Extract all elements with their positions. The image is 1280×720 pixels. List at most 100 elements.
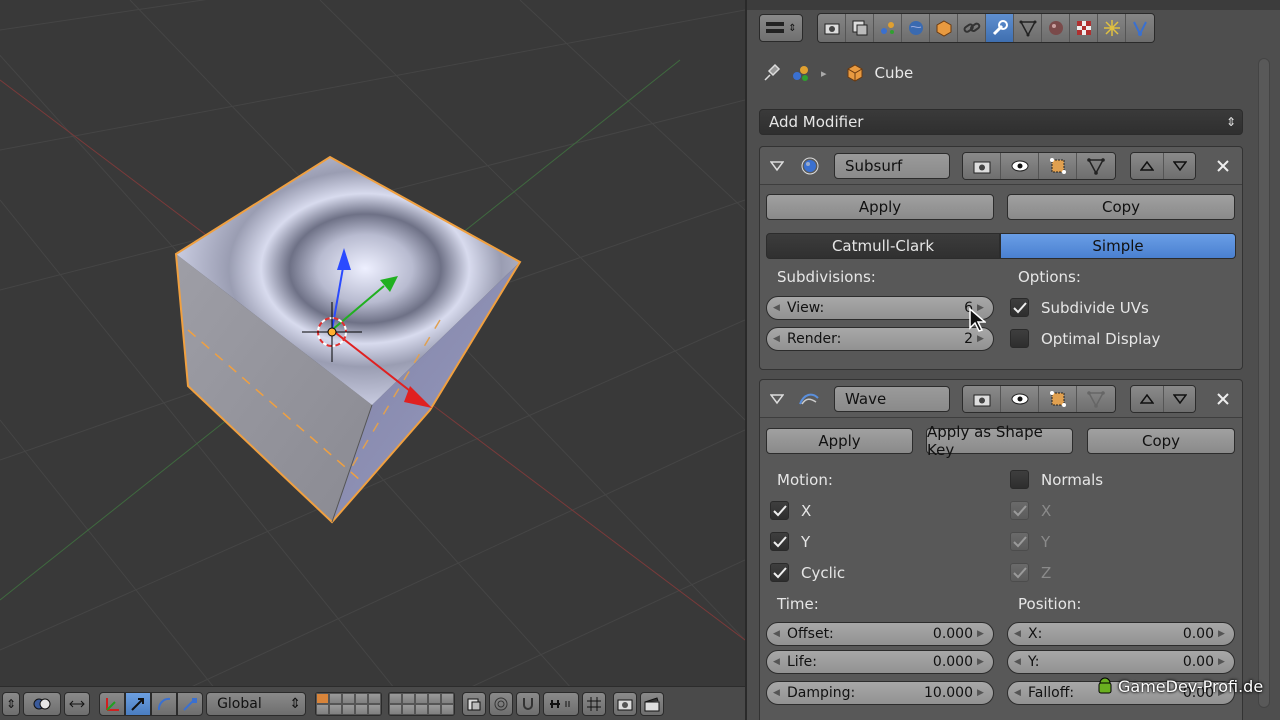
snap-element-select[interactable] — [543, 691, 580, 716]
render-toggle[interactable] — [963, 385, 1001, 412]
tab-scene[interactable] — [874, 14, 902, 42]
decrement-arrow-icon[interactable]: ◀ — [773, 334, 783, 344]
optimal-display-checkbox[interactable]: Optimal Display — [1010, 329, 1160, 348]
increment-arrow-icon[interactable]: ▶ — [1218, 629, 1228, 639]
checkbox-box[interactable] — [770, 501, 789, 520]
tab-world[interactable] — [902, 14, 930, 42]
decrement-arrow-icon[interactable]: ◀ — [773, 303, 783, 313]
cube-object[interactable] — [174, 155, 522, 524]
move-up-button[interactable] — [1131, 385, 1163, 412]
decrement-arrow-icon[interactable]: ◀ — [1014, 657, 1024, 667]
subsurf-apply-button[interactable]: Apply — [766, 194, 994, 220]
move-up-button[interactable] — [1131, 152, 1163, 179]
tab-object[interactable] — [930, 14, 958, 42]
render-still-button[interactable] — [613, 691, 638, 716]
manipulator-axes-button[interactable] — [99, 691, 126, 716]
increment-arrow-icon[interactable]: ▶ — [977, 334, 987, 344]
scale-manipulator-button[interactable] — [177, 691, 204, 716]
triangle-down-icon — [1172, 393, 1187, 404]
view-subdivisions-field[interactable]: ◀ View: 6 ▶ — [766, 296, 994, 320]
checkmark-icon — [1012, 566, 1027, 578]
tab-particles[interactable] — [1098, 14, 1126, 42]
panel-scrollbar[interactable] — [1258, 58, 1270, 708]
subsurf-copy-button[interactable]: Copy — [1007, 194, 1235, 220]
object-name: Cube — [874, 64, 914, 82]
snap-target-button[interactable] — [582, 691, 607, 716]
cage-toggle[interactable] — [1077, 385, 1115, 412]
editmode-toggle[interactable] — [1039, 385, 1077, 412]
layers-block-2[interactable] — [388, 691, 456, 716]
collapse-triangle-icon[interactable] — [770, 160, 784, 172]
manipulator-toggle[interactable] — [64, 691, 91, 716]
render-animation-button[interactable] — [640, 691, 665, 716]
tab-physics[interactable] — [1126, 14, 1154, 42]
decrement-arrow-icon[interactable]: ◀ — [773, 657, 783, 667]
3d-viewport[interactable]: ⇕ Global ⇕ — [0, 0, 745, 720]
increment-arrow-icon[interactable]: ▶ — [977, 657, 987, 667]
motion-y-checkbox[interactable]: Y — [770, 532, 810, 551]
pin-icon[interactable] — [761, 63, 781, 83]
tab-modifiers[interactable] — [986, 14, 1014, 42]
tab-constraints[interactable] — [958, 14, 986, 42]
proportional-edit-button[interactable] — [489, 691, 514, 716]
rotate-manipulator-button[interactable] — [151, 691, 178, 716]
checkbox-box[interactable] — [770, 532, 789, 551]
life-field[interactable]: ◀ Life: 0.000 ▶ — [766, 650, 994, 674]
tab-texture[interactable] — [1070, 14, 1098, 42]
tab-render-layers[interactable] — [846, 14, 874, 42]
cage-toggle[interactable] — [1077, 152, 1115, 179]
render-subdivisions-field[interactable]: ◀ Render: 2 ▶ — [766, 327, 994, 351]
add-modifier-select[interactable]: Add Modifier ⇕ — [759, 109, 1243, 135]
increment-arrow-icon[interactable]: ▶ — [977, 688, 987, 698]
apply-as-shape-key-button[interactable]: Apply as Shape Key — [926, 423, 1073, 459]
wave-apply-button[interactable]: Apply — [766, 428, 913, 454]
translate-manipulator-button[interactable] — [125, 691, 152, 716]
render-toggle[interactable] — [963, 152, 1001, 179]
position-x-field[interactable]: ◀ X: 0.00 ▶ — [1007, 622, 1235, 646]
offset-field[interactable]: ◀ Offset: 0.000 ▶ — [766, 622, 994, 646]
tab-material[interactable] — [1042, 14, 1070, 42]
position-y-field[interactable]: ◀ Y: 0.00 ▶ — [1007, 650, 1235, 674]
checkmark-icon — [1012, 535, 1027, 547]
subsurf-name-field[interactable]: Subsurf — [834, 152, 950, 179]
editor-type-select[interactable]: ⇕ — [759, 14, 803, 42]
decrement-arrow-icon[interactable]: ◀ — [773, 629, 783, 639]
transform-orientation-select[interactable]: Global ⇕ — [206, 691, 307, 716]
mesh-data-icon — [1019, 20, 1036, 37]
increment-arrow-icon[interactable]: ▶ — [977, 629, 987, 639]
lock-layers-button[interactable] — [462, 691, 487, 716]
checkbox-box[interactable] — [1010, 298, 1029, 317]
increment-arrow-icon[interactable]: ▶ — [1218, 657, 1228, 667]
wave-copy-button[interactable]: Copy — [1087, 428, 1235, 454]
wave-name-field[interactable]: Wave — [834, 385, 950, 412]
damping-field[interactable]: ◀ Damping: 10.000 ▶ — [766, 681, 994, 705]
subdivide-uvs-checkbox[interactable]: Subdivide UVs — [1010, 298, 1149, 317]
remove-subsurf-button[interactable] — [1210, 153, 1236, 179]
camera-icon — [617, 699, 633, 710]
tab-render[interactable] — [818, 14, 846, 42]
snap-toggle-button[interactable] — [516, 691, 541, 716]
layers-block-1[interactable] — [315, 691, 383, 716]
tab-object-data[interactable] — [1014, 14, 1042, 42]
viewport-toggle[interactable] — [1001, 385, 1039, 412]
decrement-arrow-icon[interactable]: ◀ — [1014, 629, 1024, 639]
viewport-toggle[interactable] — [1001, 152, 1039, 179]
checkbox-box[interactable] — [770, 563, 789, 582]
checkbox-box[interactable] — [1010, 470, 1029, 489]
pivot-point-button[interactable] — [23, 691, 62, 716]
catmull-clark-option[interactable]: Catmull-Clark — [766, 233, 1000, 259]
simple-option[interactable]: Simple — [1000, 233, 1236, 259]
collapse-triangle-icon[interactable] — [770, 393, 784, 405]
scene-canvas[interactable] — [0, 0, 745, 720]
normals-checkbox[interactable]: Normals — [1010, 470, 1103, 489]
editmode-toggle[interactable] — [1039, 152, 1077, 179]
move-down-button[interactable] — [1163, 385, 1195, 412]
view-menu-arrows[interactable]: ⇕ — [2, 691, 21, 716]
remove-wave-button[interactable] — [1210, 386, 1236, 412]
cyclic-checkbox[interactable]: Cyclic — [770, 563, 845, 582]
checkbox-box[interactable] — [1010, 329, 1029, 348]
motion-x-checkbox[interactable]: X — [770, 501, 811, 520]
decrement-arrow-icon[interactable]: ◀ — [1014, 688, 1024, 698]
decrement-arrow-icon[interactable]: ◀ — [773, 688, 783, 698]
move-down-button[interactable] — [1163, 152, 1195, 179]
